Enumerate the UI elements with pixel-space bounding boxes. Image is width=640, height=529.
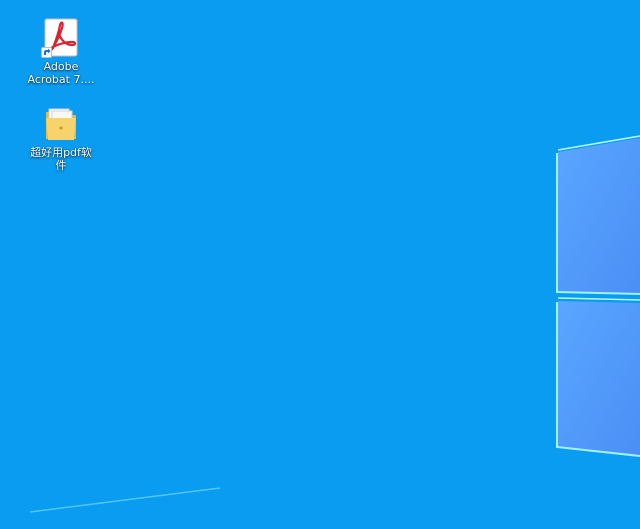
desktop[interactable]: Adobe Acrobat 7.... 超好用pdf软 件 bbox=[0, 0, 640, 529]
desktop-icon-adobe-acrobat[interactable]: Adobe Acrobat 7.... bbox=[23, 18, 99, 86]
desktop-icon-pdf-folder[interactable]: 超好用pdf软 件 bbox=[23, 104, 99, 172]
desktop-icon-label: Adobe Acrobat 7.... bbox=[27, 60, 95, 86]
adobe-acrobat-icon bbox=[41, 18, 81, 58]
folder-icon bbox=[41, 104, 81, 144]
shortcut-arrow-icon bbox=[41, 47, 52, 58]
desktop-icon-label: 超好用pdf软 件 bbox=[30, 146, 92, 172]
